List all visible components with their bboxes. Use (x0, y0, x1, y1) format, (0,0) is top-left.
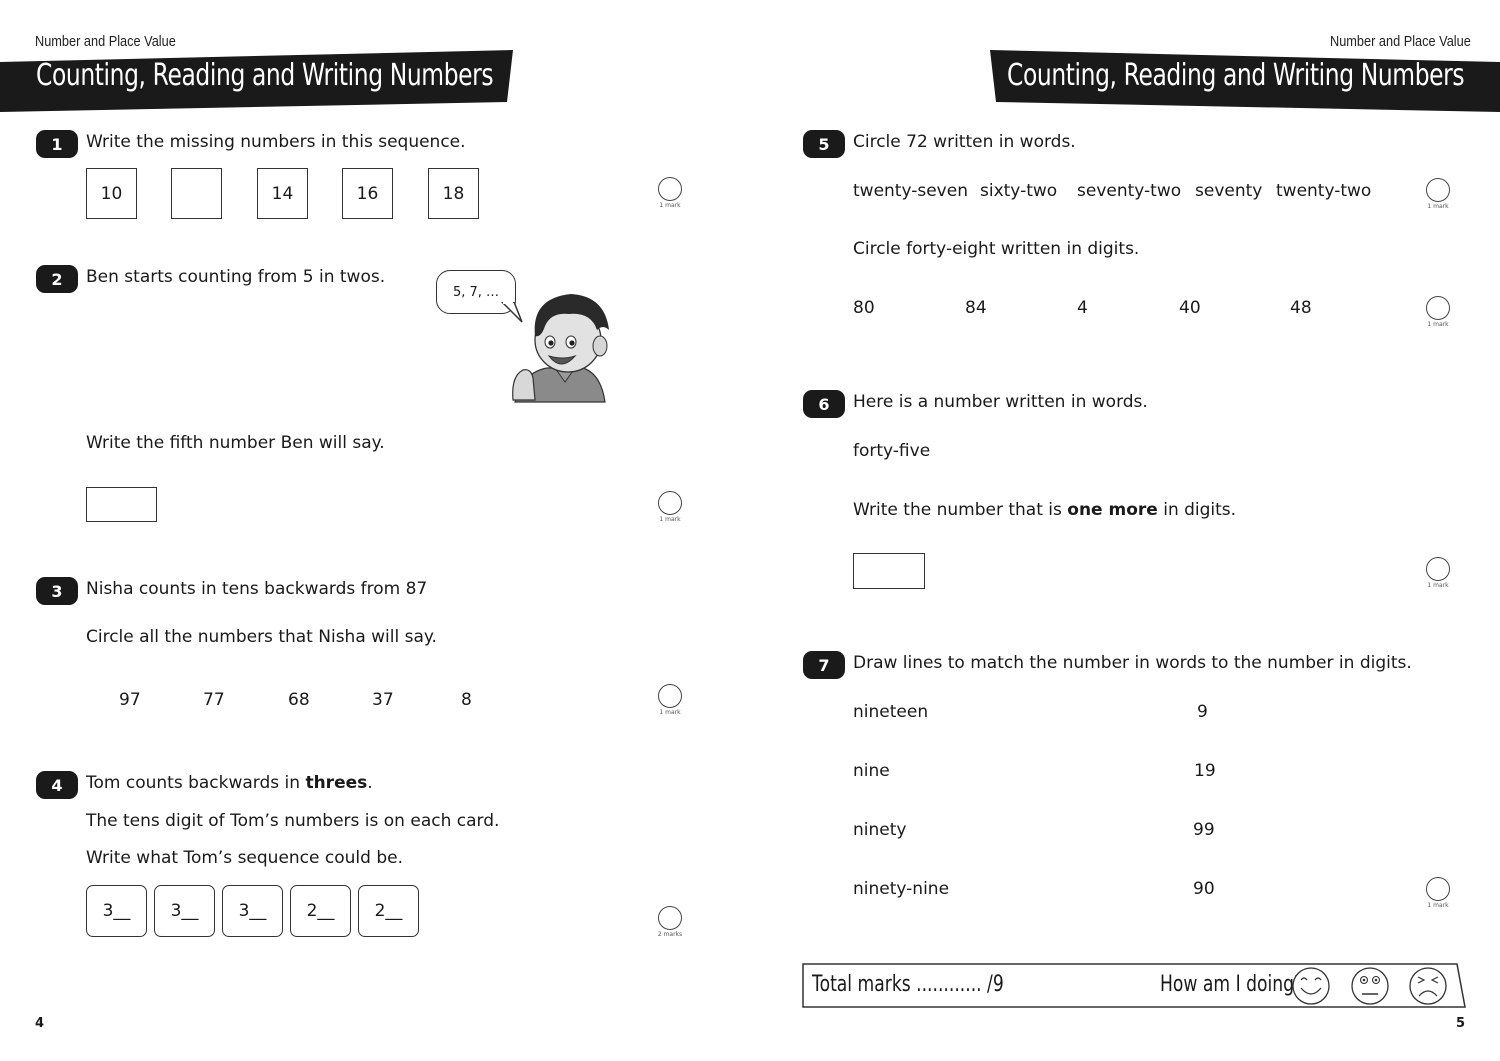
mark-box[interactable]: 2 marks (655, 906, 685, 938)
question-number: 2 (36, 265, 78, 293)
mark-box[interactable]: 1 mark (655, 684, 685, 716)
circle-option[interactable]: sixty-two (980, 181, 1057, 201)
answer-box[interactable] (86, 487, 157, 522)
match-digit[interactable]: 90 (1193, 879, 1215, 899)
how-am-i-doing-label: How am I doing? (1160, 972, 1304, 997)
match-digit[interactable]: 9 (1197, 702, 1208, 722)
circle-option[interactable]: 68 (288, 690, 310, 710)
match-digit[interactable]: 99 (1193, 820, 1215, 840)
question-line: The tens digit of Tom’s numbers is on ea… (86, 811, 500, 831)
sequence-box: 14 (257, 168, 308, 219)
question-line: Write what Tom’s sequence could be. (86, 848, 403, 868)
circle-option[interactable]: twenty-seven (853, 181, 968, 201)
total-marks-label[interactable]: Total marks ............ /9 (812, 972, 1004, 997)
mark-box[interactable]: 1 mark (655, 177, 685, 209)
question-text: Circle 72 written in words. (853, 132, 1076, 152)
question-prompt: Circle all the numbers that Nisha will s… (86, 627, 437, 647)
match-word[interactable]: nine (853, 761, 890, 781)
question-prompt: Circle forty-eight written in digits. (853, 239, 1140, 259)
mark-label: 1 mark (659, 516, 681, 523)
circle-option[interactable]: 40 (1179, 298, 1201, 318)
question-number: 5 (803, 130, 845, 158)
page-title: Counting, Reading and Writing Numbers (36, 58, 494, 93)
text-emphasis: threes (305, 773, 368, 793)
text-part: Write the number that is (853, 500, 1068, 520)
digit-card[interactable]: 2__ (290, 885, 351, 937)
question-text: Ben starts counting from 5 in twos. (86, 267, 386, 287)
mark-circle-icon (658, 684, 682, 708)
question-text: Write the missing numbers in this sequen… (86, 132, 466, 152)
circle-option[interactable]: twenty-two (1276, 181, 1371, 201)
digit-card[interactable]: 2__ (358, 885, 419, 937)
question-text: Here is a number written in words. (853, 392, 1148, 412)
mark-label: 1 mark (659, 202, 681, 209)
match-word[interactable]: ninety-nine (853, 879, 949, 899)
page-number: 5 (1456, 1016, 1466, 1031)
mark-box[interactable]: 1 mark (1423, 877, 1453, 909)
question-number: 1 (36, 130, 78, 158)
mark-label: 2 marks (657, 931, 683, 938)
sequence-box: 18 (428, 168, 479, 219)
match-digit[interactable]: 19 (1194, 761, 1216, 781)
mark-circle-icon (1426, 296, 1450, 320)
mark-label: 1 mark (1427, 582, 1449, 589)
circle-option[interactable]: 97 (119, 690, 141, 710)
digit-card[interactable]: 3__ (86, 885, 147, 937)
question-number: 6 (803, 390, 845, 418)
digit-card[interactable]: 3__ (154, 885, 215, 937)
mark-label: 1 mark (1427, 321, 1449, 328)
sequence-box: 10 (86, 168, 137, 219)
circle-option[interactable]: 4 (1077, 298, 1088, 318)
circle-option[interactable]: seventy (1195, 181, 1262, 201)
match-word[interactable]: nineteen (853, 702, 928, 722)
sequence-answer-box[interactable] (171, 168, 222, 219)
boy-character-icon (512, 294, 609, 403)
text-part: Tom counts backwards in (86, 773, 306, 793)
mark-label: 1 mark (1427, 902, 1449, 909)
page-number: 4 (35, 1016, 45, 1031)
mark-label: 1 mark (659, 709, 681, 716)
sequence-box: 16 (342, 168, 393, 219)
circle-option[interactable]: 77 (203, 690, 225, 710)
question-prompt: Write the number that is one more in dig… (853, 500, 1236, 520)
circle-option[interactable]: 37 (372, 690, 394, 710)
answer-box[interactable] (853, 553, 925, 589)
circle-option[interactable]: 80 (853, 298, 875, 318)
digit-card[interactable]: 3__ (222, 885, 283, 937)
mark-label: 1 mark (1427, 203, 1449, 210)
mark-circle-icon (658, 906, 682, 930)
circle-option[interactable]: 48 (1290, 298, 1312, 318)
mark-circle-icon (658, 491, 682, 515)
question-text: Draw lines to match the number in words … (853, 653, 1412, 673)
mark-box[interactable]: 1 mark (1423, 557, 1453, 589)
number-in-words: forty-five (853, 441, 931, 461)
text-emphasis: one more (1067, 500, 1158, 520)
match-word[interactable]: ninety (853, 820, 906, 840)
mark-circle-icon (1426, 557, 1450, 581)
circle-option[interactable]: 8 (461, 690, 472, 710)
circle-option[interactable]: 84 (965, 298, 987, 318)
question-number: 7 (803, 651, 845, 679)
happy-face-icon[interactable] (1291, 966, 1331, 1006)
question-prompt: Write the fifth number Ben will say. (86, 433, 385, 453)
text-part: . (367, 773, 373, 793)
mark-box[interactable]: 1 mark (655, 491, 685, 523)
question-text: Nisha counts in tens backwards from 87 (86, 579, 428, 599)
mark-circle-icon (1426, 178, 1450, 202)
circle-option[interactable]: seventy-two (1077, 181, 1181, 201)
mark-circle-icon (1426, 877, 1450, 901)
page-title: Counting, Reading and Writing Numbers (1007, 58, 1465, 93)
question-number: 4 (36, 771, 78, 799)
question-number: 3 (36, 577, 78, 605)
sad-face-icon[interactable] (1408, 966, 1448, 1006)
mark-box[interactable]: 1 mark (1423, 178, 1453, 210)
mark-box[interactable]: 1 mark (1423, 296, 1453, 328)
neutral-face-icon[interactable] (1350, 966, 1390, 1006)
question-text: Tom counts backwards in threes. (86, 773, 373, 793)
mark-circle-icon (658, 177, 682, 201)
text-part: in digits. (1157, 500, 1237, 520)
